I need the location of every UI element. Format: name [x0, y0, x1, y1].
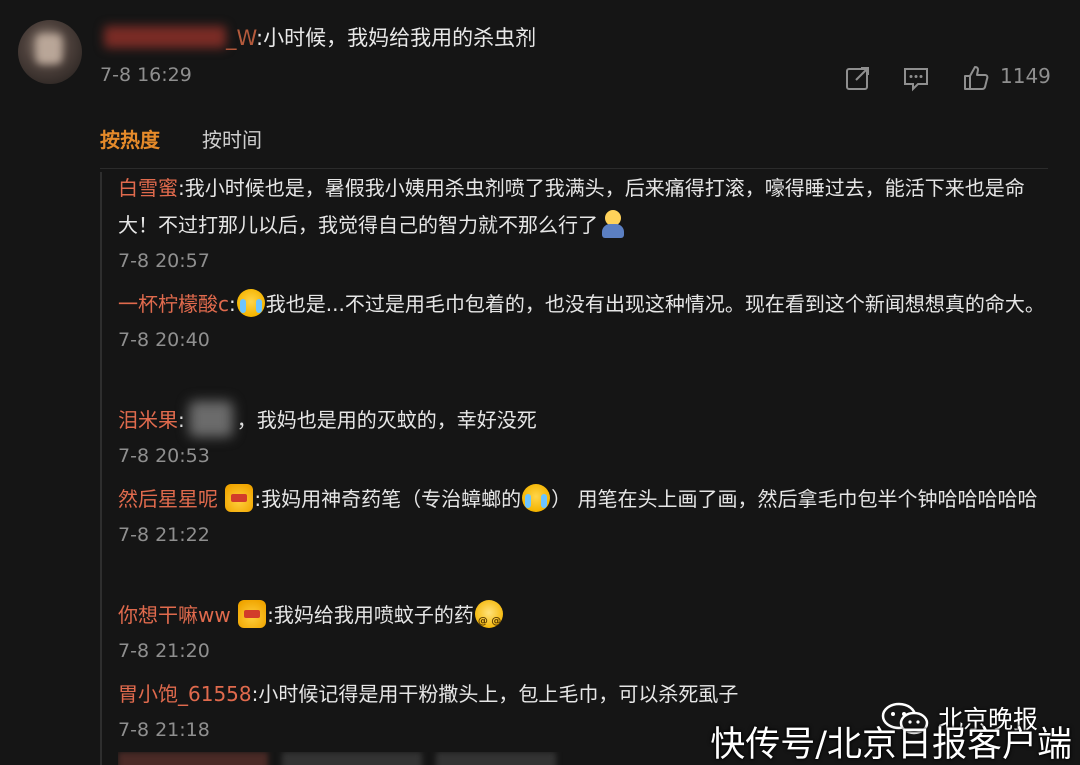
dizzy-emoji-icon [474, 600, 503, 640]
reply-text: 你想干嘛ww :我妈给我用喷蚊子的药 [118, 597, 1058, 640]
reply-text: 一杯柠檬酸c: 我也是...不过是用毛巾包着的，也没有出现这种情况。现在看到这个新… [118, 286, 1058, 323]
reply-rail [100, 172, 102, 765]
comment-icon[interactable] [902, 64, 930, 92]
source-watermark: 快传号/北京日报客户端 [710, 725, 1072, 765]
reply-text: 然后星星呢 :我妈用神奇药笔（专治蟑螂的 ） 用笔在头上画了画，然后拿毛巾包半个钟… [118, 481, 1058, 518]
reply-username[interactable]: 一杯柠檬酸c [118, 292, 229, 316]
reply-body-part2: ） 用笔在头上画了画，然后拿毛巾包半个钟哈哈哈哈哈 [551, 487, 1038, 511]
reply-username[interactable]: 你想干嘛ww [118, 603, 231, 627]
reply-item: 你想干嘛ww :我妈给我用喷蚊子的药 7-8 21:20 [118, 597, 1058, 666]
divider [100, 168, 1048, 169]
reply-colon: : [178, 408, 185, 432]
crying-emoji-icon [236, 289, 265, 317]
reply-username[interactable]: 然后星星呢 [118, 487, 218, 511]
crying-emoji-icon [522, 484, 551, 512]
tab-sort-by-time[interactable]: 按时间 [202, 124, 262, 153]
avatar[interactable] [18, 20, 82, 84]
reply-username[interactable]: 泪米果 [118, 408, 178, 432]
username-tail[interactable]: _W [226, 26, 256, 50]
blurred-username[interactable] [104, 26, 226, 48]
share-icon[interactable] [844, 64, 872, 92]
top-comment-time: 7-8 16:29 [100, 64, 192, 86]
reply-username[interactable]: 胃小饱_61558 [118, 682, 252, 706]
reply-text: 白雪蜜:我小时候也是，暑假我小姨用杀虫剂喷了我满头，后来痛得打滚，嚎得睡过去，能… [118, 170, 1058, 244]
crown-badge-icon [225, 484, 254, 512]
reply-colon: : [229, 292, 236, 316]
reply-time: 7-8 20:57 [118, 250, 210, 272]
reply-text: 泪米果: ，我妈也是用的灭蚊的，幸好没死 [118, 401, 1058, 439]
reply-time: 7-8 20:40 [118, 329, 210, 351]
reply-body-part1: :我妈用神奇药笔（专治蟑螂的 [254, 487, 522, 511]
reply-item: 一杯柠檬酸c: 我也是...不过是用毛巾包着的，也没有出现这种情况。现在看到这个新… [118, 286, 1058, 355]
reply-item: 然后星星呢 :我妈用神奇药笔（专治蟑螂的 ） 用笔在头上画了画，然后拿毛巾包半个钟… [118, 481, 1058, 550]
reply-body: ，我妈也是用的灭蚊的，幸好没死 [236, 408, 537, 432]
cut-off-reply [118, 752, 618, 765]
blurred-content [188, 401, 233, 437]
top-comment-text: _W:小时候，我妈给我用的杀虫剂 [104, 22, 536, 52]
tab-sort-by-hot[interactable]: 按热度 [100, 124, 160, 153]
comment-page: _W:小时候，我妈给我用的杀虫剂 7-8 16:29 1149 按热度 按时间 … [0, 0, 1080, 765]
reply-body: :我妈给我用喷蚊子的药 [267, 603, 474, 627]
comment-actions: 1149 [840, 60, 1060, 96]
reply-time: 7-8 21:22 [118, 524, 210, 546]
like-count: 1149 [1000, 64, 1051, 88]
reply-body: 我也是...不过是用毛巾包着的，也没有出现这种情况。现在看到这个新闻想想真的命大… [265, 292, 1045, 316]
reply-item: 白雪蜜:我小时候也是，暑假我小姨用杀虫剂喷了我满头，后来痛得打滚，嚎得睡过去，能… [118, 170, 1058, 276]
reply-item: 泪米果: ，我妈也是用的灭蚊的，幸好没死 7-8 20:53 [118, 401, 1058, 471]
reply-time: 7-8 20:53 [118, 445, 210, 467]
top-comment-body: :小时候，我妈给我用的杀虫剂 [256, 26, 537, 50]
reply-body: :小时候记得是用干粉撒头上，包上毛巾，可以杀死虱子 [251, 682, 739, 706]
thumbs-up-icon[interactable] [962, 64, 990, 92]
reply-body: :我小时候也是，暑假我小姨用杀虫剂喷了我满头，后来痛得打滚，嚎得睡过去，能活下来… [118, 176, 1025, 237]
reply-time: 7-8 21:20 [118, 640, 210, 662]
shrug-emoji-icon [599, 210, 627, 238]
reply-username[interactable]: 白雪蜜 [118, 176, 178, 200]
crown-badge-icon [238, 600, 267, 628]
